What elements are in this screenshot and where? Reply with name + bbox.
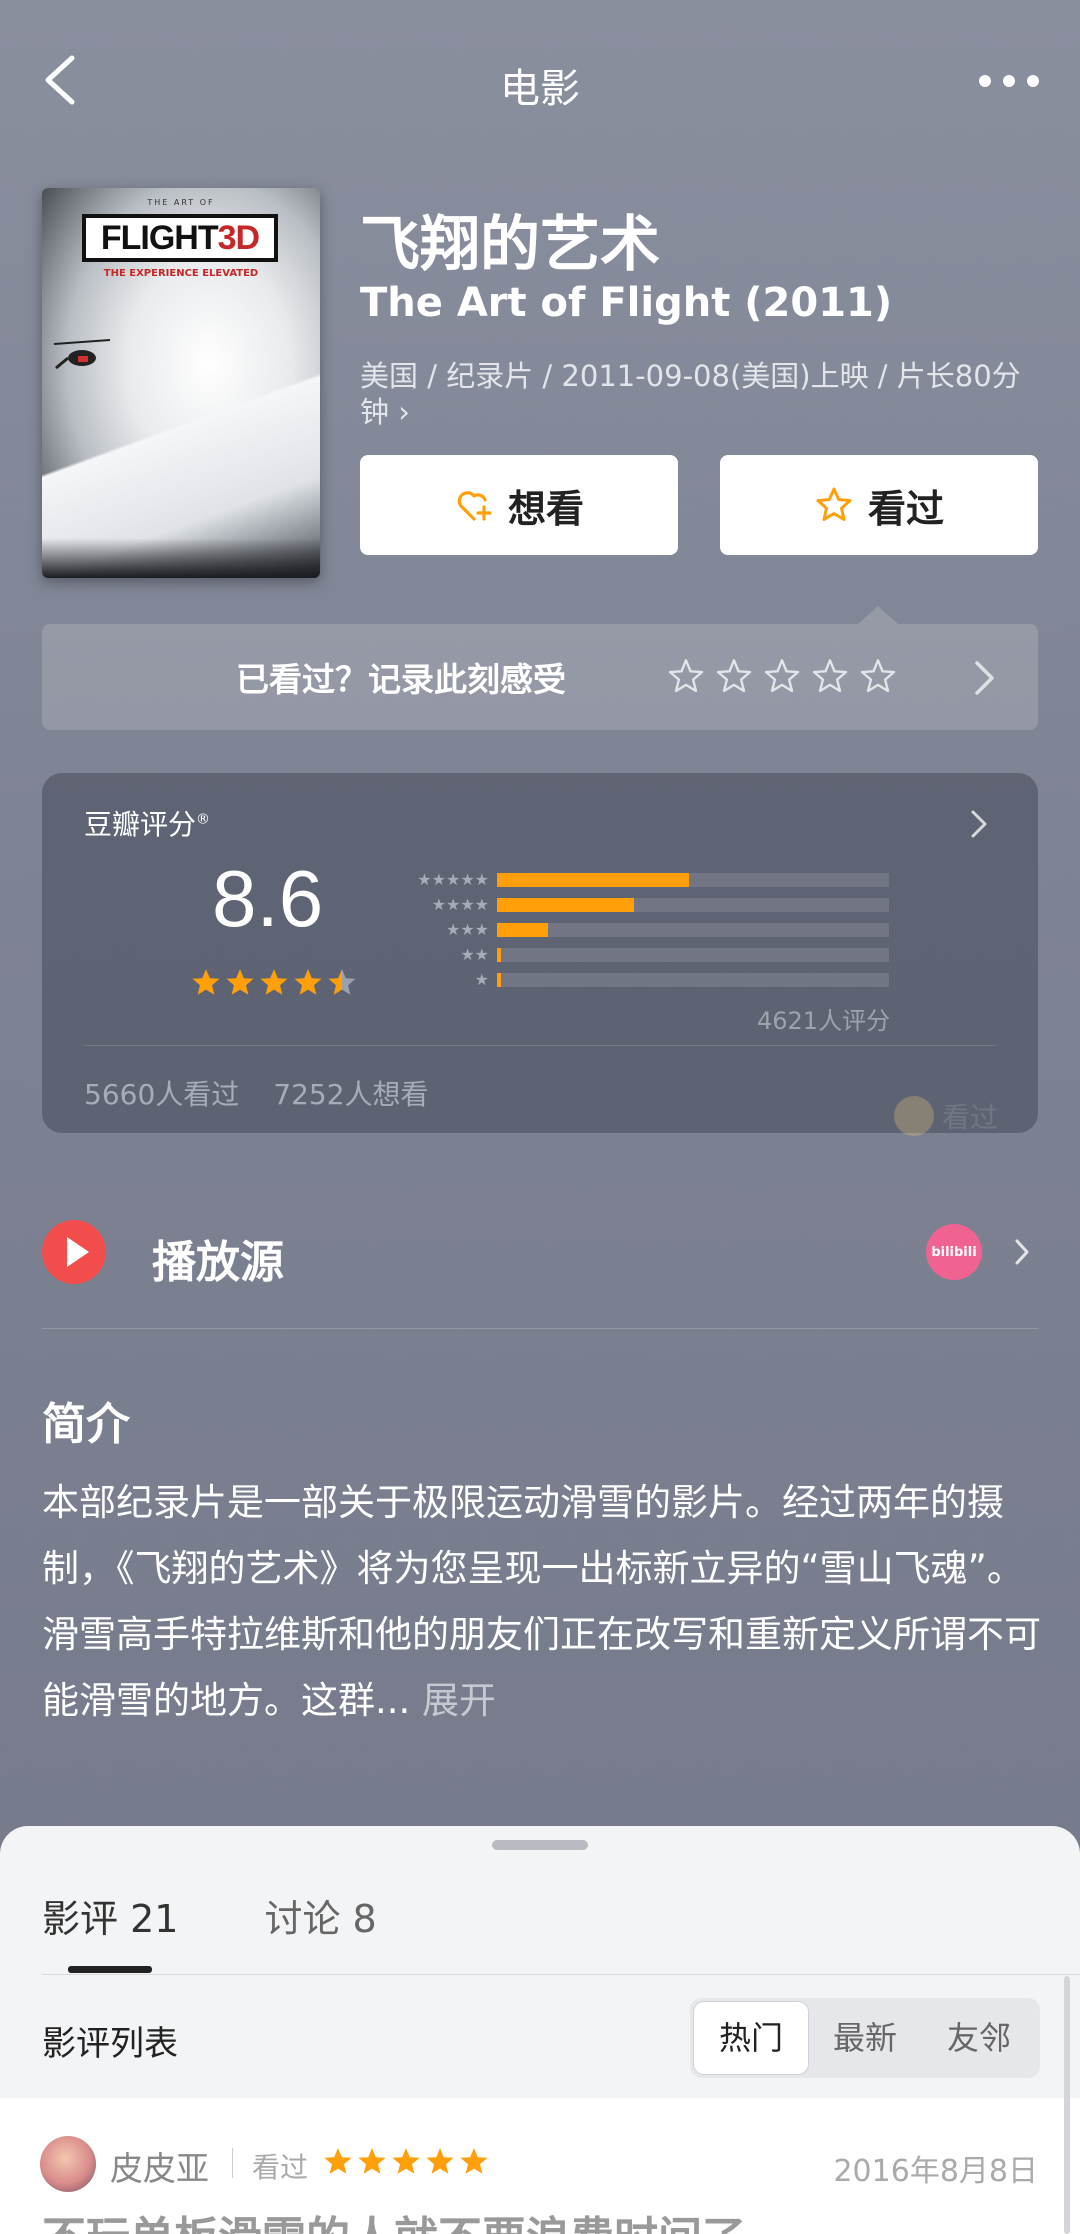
rating-watermark: 看过 xyxy=(893,1096,998,1136)
record-feeling-bar[interactable]: 已看过？记录此刻感受 xyxy=(42,624,1038,730)
active-tab-indicator xyxy=(68,1966,152,1973)
sheet-drag-handle[interactable] xyxy=(492,1840,588,1850)
distribution-track xyxy=(497,922,889,937)
review-list-title: 影评列表 xyxy=(42,2024,178,2064)
star-icon xyxy=(294,969,322,995)
seen-label: 看过 xyxy=(867,486,944,531)
want-count[interactable]: 7252人想看 xyxy=(273,1078,428,1111)
distribution-bar xyxy=(497,922,548,937)
bilibili-icon: bilibili xyxy=(926,1224,982,1280)
distribution-bar xyxy=(497,972,501,987)
distribution-track xyxy=(497,947,889,962)
distribution-bar xyxy=(497,897,635,912)
review-stars xyxy=(322,2146,490,2178)
star-outline-icon[interactable] xyxy=(811,658,849,696)
page-title: 电影 xyxy=(500,66,580,112)
rating-card[interactable]: 豆瓣评分® 8.6 ★★★★★ ★★★★ ★★★ ★★ ★ 4621人评分 5660人看… xyxy=(42,773,1038,1136)
rating-distribution: ★★★★★ ★★★★ ★★★ ★★ ★ xyxy=(387,867,947,992)
intro-title: 简介 xyxy=(42,1399,130,1450)
star-icon xyxy=(260,969,288,995)
chevron-right-icon xyxy=(975,661,994,695)
review-headline[interactable]: 不玩单板滑雪的人就不要浪费时间了 xyxy=(42,2202,746,2234)
tab-discussions[interactable]: 讨论 8 xyxy=(264,1888,376,1943)
star-outline-icon xyxy=(816,487,852,521)
heart-plus-icon xyxy=(457,491,492,521)
want-to-watch-button[interactable]: 想看 xyxy=(360,455,678,555)
review-author[interactable]: 皮皮亚 xyxy=(110,2142,209,2190)
record-star-input[interactable] xyxy=(667,658,897,696)
review-tabs: 影评 21 讨论 8 xyxy=(42,1888,377,1943)
chevron-right-icon xyxy=(971,810,987,838)
distribution-row: ★★★ xyxy=(387,917,947,942)
poster-tagline: THE EXPERIENCE ELEVATED xyxy=(103,268,259,279)
scrollbar[interactable] xyxy=(1064,1976,1070,2234)
poster-top-text: THE ART OF xyxy=(147,198,215,207)
rating-count: 4621人评分 xyxy=(757,1007,891,1035)
star-outline-icon[interactable] xyxy=(715,658,753,696)
star-outline-icon[interactable] xyxy=(667,658,705,696)
distribution-stars-label: ★ xyxy=(474,970,489,989)
want-label: 想看 xyxy=(507,486,584,531)
review-status: 看过 xyxy=(252,2151,309,2184)
star-icon xyxy=(460,2148,488,2174)
star-icon xyxy=(324,2148,352,2174)
sort-latest[interactable]: 最新 xyxy=(808,2002,922,2074)
avatar[interactable] xyxy=(40,2136,96,2192)
movie-meta-link[interactable]: 美国 / 纪录片 / 2011-09-08(美国)上映 / 片长80分钟 › xyxy=(360,358,1040,430)
distribution-stars-label: ★★★ xyxy=(445,920,489,939)
helicopter-icon xyxy=(53,339,111,370)
distribution-row: ★★ xyxy=(387,942,947,967)
sort-friends[interactable]: 友邻 xyxy=(922,2002,1036,2074)
reviews-sheet[interactable]: 影评 21 讨论 8 影评列表 热门 最新 友邻 皮皮亚 看过 2016年8月8… xyxy=(0,1826,1080,2234)
tab-reviews[interactable]: 影评 21 xyxy=(42,1888,178,1943)
distribution-track xyxy=(497,972,889,987)
rating-score: 8.6 xyxy=(212,854,324,943)
distribution-track xyxy=(497,872,889,887)
distribution-bar xyxy=(497,947,501,962)
distribution-track xyxy=(497,897,889,912)
intro-body: 本部纪录片是一部关于极限运动滑雪的影片。经过两年的摄制，《飞翔的艺术》将为您呈现… xyxy=(42,1481,1041,1722)
more-button[interactable] xyxy=(974,56,1044,106)
seen-count[interactable]: 5660人看过 xyxy=(84,1078,239,1111)
star-icon xyxy=(192,969,220,995)
distribution-row: ★ xyxy=(387,967,947,992)
distribution-stars-label: ★★★★★ xyxy=(417,870,489,889)
play-icon xyxy=(42,1220,106,1284)
distribution-stars-label: ★★★★ xyxy=(431,895,489,914)
distribution-row: ★★★★★ xyxy=(387,867,947,892)
movie-title-cn: 飞翔的艺术 xyxy=(360,210,660,280)
star-outline-icon[interactable] xyxy=(763,658,801,696)
expand-link[interactable]: 展开 xyxy=(422,1679,496,1722)
star-icon xyxy=(392,2148,420,2174)
star-icon xyxy=(426,2148,454,2174)
rating-label: 豆瓣评分® xyxy=(84,808,211,841)
distribution-row: ★★★★ xyxy=(387,892,947,917)
chevron-right-icon xyxy=(1015,1239,1029,1265)
review-date: 2016年8月8日 xyxy=(833,2154,1038,2189)
play-source-row[interactable]: 播放源 bilibili xyxy=(42,1208,1038,1308)
play-source-label: 播放源 xyxy=(152,1237,284,1288)
sort-segmented-control: 热门 最新 友邻 xyxy=(690,1998,1040,2078)
top-bar: 电影 xyxy=(0,0,1080,160)
record-prompt: 已看过？记录此刻感受 xyxy=(236,660,566,699)
distribution-stars-label: ★★ xyxy=(460,945,489,964)
movie-poster[interactable]: THE ART OF FLIGHT3D THE EXPERIENCE ELEVA… xyxy=(42,188,320,578)
poster-logo: FLIGHT3D xyxy=(82,214,278,262)
rating-footer: 5660人看过 7252人想看 xyxy=(84,1073,429,1113)
watched-button[interactable]: 看过 xyxy=(720,455,1038,555)
rating-stars xyxy=(190,967,358,999)
more-dots-icon xyxy=(979,75,991,87)
sort-hot[interactable]: 热门 xyxy=(694,2002,808,2074)
movie-title-en: The Art of Flight (2011) xyxy=(360,280,893,326)
star-icon xyxy=(358,2148,386,2174)
star-icon xyxy=(328,969,356,995)
review-item[interactable]: 皮皮亚 看过 2016年8月8日 不玩单板滑雪的人就不要浪费时间了 xyxy=(0,2098,1080,2234)
star-outline-icon[interactable] xyxy=(859,658,897,696)
distribution-bar xyxy=(497,872,690,887)
star-icon xyxy=(226,969,254,995)
